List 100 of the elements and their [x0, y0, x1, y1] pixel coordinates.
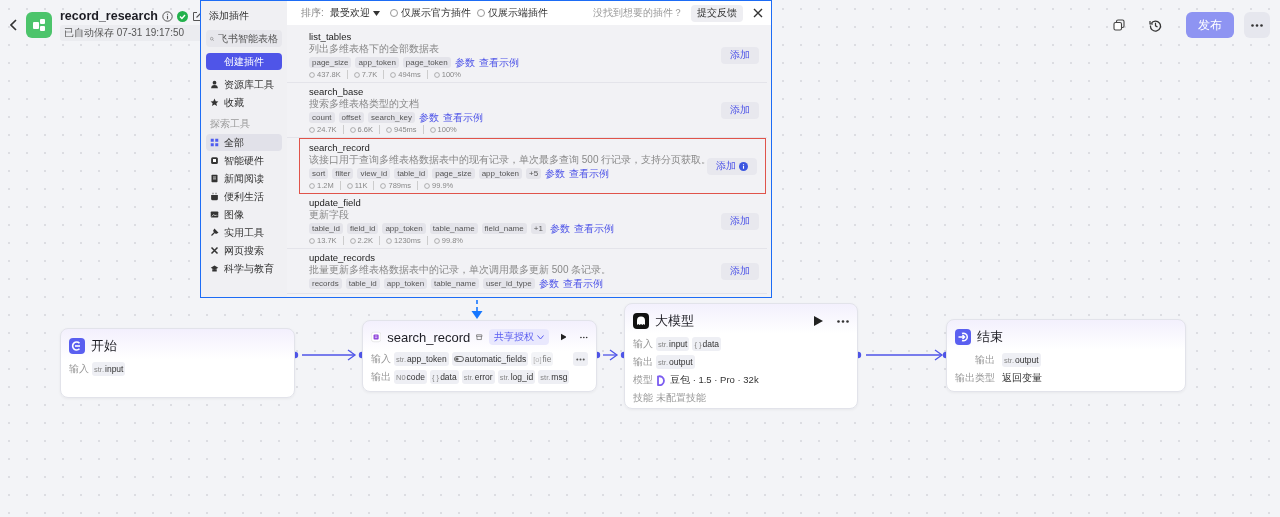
category-icon: [210, 174, 219, 183]
stat-icon: [309, 71, 315, 78]
param-tag: +1: [530, 223, 546, 234]
toggle-icon: [453, 356, 464, 362]
info-icon[interactable]: [162, 10, 173, 22]
stat-icon: [353, 71, 360, 78]
plugin-description: 搜索多维表格类型的文档: [309, 98, 420, 110]
copy-icon[interactable]: [1113, 19, 1125, 31]
add-button[interactable]: 添加: [707, 157, 757, 175]
param-tag: page_size: [432, 168, 475, 179]
link[interactable]: 参数: [418, 110, 439, 125]
field-label: 输入: [633, 337, 653, 351]
category-icon: [210, 228, 219, 237]
category-item[interactable]: 收藏: [206, 94, 282, 111]
check-icon: [177, 10, 188, 22]
stat-icon: [349, 126, 356, 133]
more-icon: [1251, 23, 1263, 27]
category-item[interactable]: 科学与教育: [206, 260, 282, 277]
node-title: 结束: [977, 328, 1003, 346]
store-icon: [476, 332, 483, 342]
more-icon[interactable]: [837, 319, 849, 323]
play-icon[interactable]: [560, 332, 567, 342]
param-tag: offset: [338, 112, 364, 123]
link[interactable]: 参数: [545, 166, 566, 181]
feedback-hint: 没找到想要的插件？: [593, 6, 683, 20]
close-icon[interactable]: [753, 8, 763, 18]
stat-icon: [424, 182, 430, 189]
field-label: 输入: [371, 352, 391, 366]
add-button[interactable]: 添加: [721, 101, 759, 119]
add-button[interactable]: 添加: [721, 262, 759, 280]
link[interactable]: 查看示例: [478, 55, 519, 70]
link[interactable]: 参数: [538, 276, 559, 291]
param-tag: table_id: [394, 168, 429, 179]
param-chip: automatic_fields: [451, 352, 529, 366]
app-title: record_research: [60, 9, 158, 23]
category-item[interactable]: 智能硬件: [206, 152, 282, 169]
stat-icon: [390, 71, 397, 78]
stat-icon: [433, 71, 440, 78]
section-label: 探索工具: [209, 117, 251, 131]
param-tag: page_size: [309, 57, 352, 68]
param-tag: filter: [332, 168, 354, 179]
more-button[interactable]: [573, 352, 588, 366]
link[interactable]: 查看示例: [442, 110, 483, 125]
category-icon: [210, 210, 219, 219]
category-item[interactable]: 便利生活: [206, 188, 282, 205]
model-name: 豆包 · 1.5 · Pro · 32k: [670, 373, 759, 387]
feedback-button[interactable]: 提交反馈: [691, 4, 743, 22]
category-item[interactable]: 图像: [206, 206, 282, 223]
plugin-name: update_field: [309, 197, 362, 208]
param-tag: app_token: [383, 278, 428, 289]
search-field[interactable]: 飞书智能表格: [206, 30, 282, 47]
category-item[interactable]: 资源库工具: [206, 76, 282, 93]
category-icon: [210, 264, 219, 273]
param-tag: table_name: [429, 223, 478, 234]
stat-icon: [309, 182, 315, 189]
connector-arrow: [301, 349, 357, 361]
filter-checkbox[interactable]: 仅展示官方插件: [389, 6, 471, 20]
field-label: 输出: [633, 355, 653, 369]
param-tag: app_token: [478, 168, 523, 179]
link[interactable]: 参数: [549, 221, 570, 236]
link[interactable]: 查看示例: [562, 276, 603, 291]
link[interactable]: 参数: [454, 55, 475, 70]
param-tag: page_token: [402, 57, 451, 68]
param-tag: field_id: [347, 223, 379, 234]
plugin-name: search_base: [309, 86, 365, 97]
more-icon[interactable]: [580, 335, 588, 339]
stat-icon: [386, 237, 393, 244]
add-button[interactable]: 添加: [721, 212, 759, 230]
back-icon[interactable]: [10, 19, 18, 31]
stat-icon: [346, 182, 353, 189]
category-item[interactable]: 网页搜索: [206, 242, 282, 259]
more-button[interactable]: [1244, 12, 1270, 38]
sort-dropdown[interactable]: 最受欢迎: [329, 6, 380, 20]
plugin-description: 列出多维表格下的全部数据表: [309, 43, 440, 55]
add-button[interactable]: 添加: [721, 46, 759, 64]
stat-icon: [433, 237, 440, 244]
field-label: 模型: [633, 373, 653, 387]
category-icon: [210, 156, 219, 165]
category-icon: [210, 138, 219, 147]
param-tag: records: [309, 278, 342, 289]
field-label: 输入: [69, 362, 89, 376]
filter-checkbox[interactable]: 仅展示端插件: [476, 6, 548, 20]
category-item[interactable]: 新闻阅读: [206, 170, 282, 187]
category-item[interactable]: 实用工具: [206, 224, 282, 241]
plugin-description: 更新字段: [309, 209, 350, 221]
play-icon[interactable]: [814, 316, 823, 326]
autosave-tag: 已自动保存 07-31 19:17:50: [60, 25, 203, 41]
create-plugin-button[interactable]: 创建插件: [206, 53, 282, 70]
connector-arrow: [602, 349, 619, 361]
history-icon[interactable]: [1149, 18, 1162, 32]
param-tag: table_id: [345, 278, 380, 289]
category-item[interactable]: 全部: [206, 134, 282, 151]
stat-icon: [309, 126, 315, 133]
auth-dropdown[interactable]: 共享授权: [488, 329, 549, 345]
param-tag: +5: [526, 168, 542, 179]
link[interactable]: 查看示例: [573, 221, 614, 236]
node-title: 开始: [91, 337, 117, 355]
node-title: search_record: [387, 329, 471, 345]
link[interactable]: 查看示例: [569, 166, 610, 181]
category-icon: [210, 80, 219, 89]
